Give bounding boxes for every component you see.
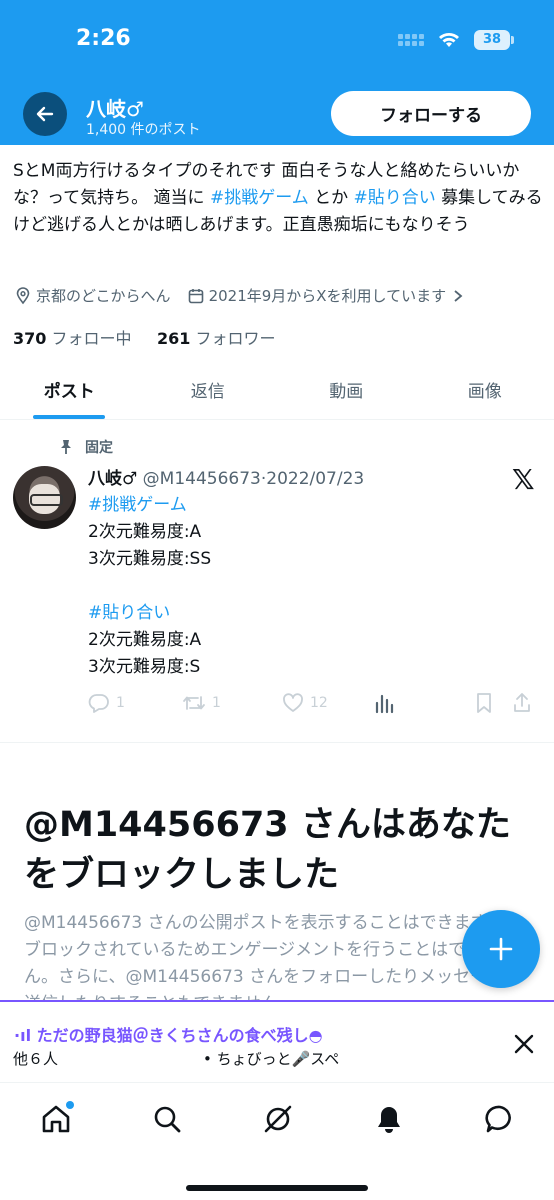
blocked-description: @M14456673 さんの公開ポストを表示することはできますが、ブロックされて… [24,913,522,1002]
header-name: 八岐♂ [86,97,144,121]
notification-dot [66,1101,74,1109]
pinned-label: 固定 [85,440,113,456]
chat-icon [485,1105,511,1133]
post-line [88,573,211,600]
grok-icon [264,1105,292,1133]
spaces-bar[interactable]: ·ıl ただの野良猫＠きくちさんの食べ残し◓ 他６人 • ちょびっと🎤スペ [0,1000,554,1082]
bar-chart-icon [375,694,394,714]
repost-button[interactable]: 1 [182,692,282,714]
chevron-right-icon[interactable] [452,289,464,303]
repost-icon [183,696,205,710]
post-line: 2次元難易度:A [88,630,202,650]
post-author-name[interactable]: 八岐♂ [88,469,137,489]
tab-images[interactable]: 画像 [416,360,554,419]
spaces-title: ·ıl ただの野良猫＠きくちさんの食べ残し◓ [14,1026,323,1045]
battery-icon: 38 [474,30,514,50]
status-time: 2:26 [76,26,131,51]
spaces-name: • ちょびっと🎤スペ [203,1050,340,1068]
post-header: 八岐♂ @M14456673·2022/07/23 [88,464,364,489]
heart-icon [283,693,303,712]
nav-home[interactable] [36,1099,76,1139]
bio-text: とか [308,188,354,208]
nav-grok[interactable] [258,1099,298,1139]
profile-meta: 京都のどこからへん 2021年9月からXを利用しています [14,285,468,306]
close-icon [514,1034,534,1054]
status-icons: 38 [398,30,514,50]
tab-posts[interactable]: ポスト [0,360,139,419]
followers-link[interactable]: 261 フォロワー [157,329,276,348]
hashtag-link[interactable]: #挑戦ゲーム [88,492,211,519]
reply-icon [88,694,109,713]
bookmark-icon [477,693,491,713]
location-icon [14,286,32,305]
follow-stats: 370 フォロー中 261 フォロワー [13,325,275,349]
bookmark-button[interactable] [474,692,512,714]
profile-tabs: ポスト 返信 動画 画像 [0,360,554,420]
location-text: 京都のどこからへん [36,287,171,305]
like-button[interactable]: 12 [282,693,374,713]
reply-count: 1 [116,695,125,711]
post-line: 3次元難易度:S [88,657,201,677]
plus-icon [489,937,513,961]
follow-button[interactable]: フォローする [331,91,531,136]
pinned-indicator: 固定 [59,437,113,457]
search-icon [154,1106,181,1133]
avatar[interactable] [13,466,76,529]
profile-bio: SとM両方行けるタイプのそれです 面白そうな人と絡めたらいいかな？って気持ち。 … [13,158,543,239]
close-button[interactable] [510,1030,538,1058]
joined-text: 2021年9月からXを利用しています [208,287,447,305]
post-line: 3次元難易度:SS [88,549,212,569]
reply-button[interactable]: 1 [88,692,182,714]
back-button[interactable] [23,92,67,136]
pin-icon [61,440,71,454]
post-line: 2次元難易度:A [88,522,202,542]
x-logo-icon: 𝕏 [512,463,535,496]
tab-videos[interactable]: 動画 [277,360,416,419]
header-post-count: 1,400 件のポスト [86,122,201,138]
wifi-icon [439,33,459,47]
repost-count: 1 [212,695,221,711]
spaces-listeners: 他６人 [13,1050,59,1068]
bottom-nav [0,1082,554,1200]
post-handle-date: @M14456673·2022/07/23 [142,469,365,489]
calendar-icon [187,287,205,305]
profile-header: 2:26 38 八岐♂ 1,400 件のポスト フォローする [0,0,554,145]
bell-icon [378,1107,400,1133]
like-count: 12 [310,695,328,711]
hashtag-link[interactable]: #貼り合い [88,600,211,627]
signal-icon [398,34,424,46]
nav-notifications[interactable] [369,1099,409,1139]
post-body: #挑戦ゲーム 2次元難易度:A 3次元難易度:SS #貼り合い 2次元難易度:A… [88,492,211,681]
following-link[interactable]: 370 フォロー中 [13,329,132,348]
blocked-title: @M14456673 さんはあなたをブロックしました [24,805,511,895]
post-actions: 1 1 12 [88,692,543,714]
compose-button[interactable] [462,910,540,988]
hashtag-link[interactable]: #貼り合い [354,188,436,208]
arrow-left-icon [36,106,54,122]
tab-replies[interactable]: 返信 [139,360,278,419]
home-indicator [186,1185,368,1191]
share-button[interactable] [512,692,542,714]
nav-messages[interactable] [480,1099,520,1139]
views-button[interactable] [374,692,474,714]
section-divider [0,742,554,743]
nav-search[interactable] [147,1099,187,1139]
share-icon [514,693,530,712]
hashtag-link[interactable]: #挑戦ゲーム [210,188,309,208]
